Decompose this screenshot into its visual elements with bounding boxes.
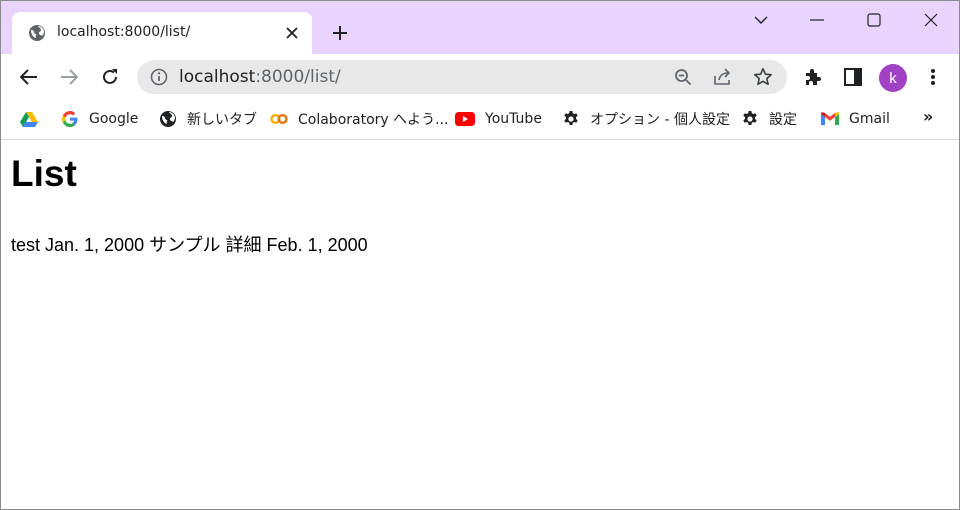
bookmark-label: Colaboratory へよう... (298, 112, 449, 128)
url-host: localhost (179, 67, 256, 87)
back-button[interactable] (16, 64, 42, 90)
list-item-text: test Jan. 1, 2000 サンプル 詳細 Feb. 1, 2000 (11, 235, 368, 255)
bookmark-label: YouTube (485, 111, 542, 127)
google-icon (61, 110, 79, 128)
minimize-button[interactable] (802, 7, 832, 33)
profile-avatar[interactable]: k (879, 64, 907, 92)
gear-icon (741, 110, 759, 128)
colab-icon (270, 110, 288, 128)
bookmark-options[interactable]: オプション - 個人設定 (562, 108, 730, 130)
info-icon[interactable] (150, 68, 168, 86)
share-icon[interactable] (712, 66, 734, 88)
bookmark-label: オプション - 個人設定 (590, 112, 730, 128)
zoom-icon[interactable] (672, 66, 694, 88)
page-title: List (11, 153, 77, 194)
menu-kebab-icon[interactable] (920, 64, 946, 90)
tab-search-chevron-down-icon[interactable] (746, 7, 776, 33)
gear-icon (562, 110, 580, 128)
bookmark-colaboratory[interactable]: Colaboratory へよう... (270, 108, 449, 130)
tab-active[interactable]: localhost:8000/list/ (12, 12, 312, 54)
url-path: :8000/list/ (255, 67, 341, 87)
browser-window: localhost:8000/list/ localhost:8000/list… (0, 0, 960, 510)
bookmark-label: Google (89, 111, 139, 127)
reload-button[interactable] (97, 64, 123, 90)
maximize-button[interactable] (859, 7, 889, 33)
new-tab-button[interactable] (328, 21, 352, 45)
forward-button[interactable] (56, 64, 82, 90)
bookmark-label: 新しいタブ (187, 112, 257, 128)
youtube-icon (455, 110, 475, 128)
bookmark-star-icon[interactable] (752, 66, 774, 88)
gmail-icon (821, 110, 839, 128)
page-content: List test Jan. 1, 2000 サンプル 詳細 Feb. 1, 2… (1, 141, 959, 509)
tab-strip: localhost:8000/list/ (1, 1, 959, 54)
side-panel-icon[interactable] (840, 64, 866, 90)
address-bar[interactable]: localhost:8000/list/ (137, 60, 787, 94)
close-icon[interactable] (282, 23, 302, 43)
globe-icon (159, 110, 177, 128)
bookmark-label: Gmail (849, 111, 890, 127)
extensions-puzzle-icon[interactable] (800, 64, 826, 90)
more-bookmarks-chevron-icon[interactable]: » (923, 107, 933, 126)
bookmark-gmail[interactable]: Gmail (821, 108, 890, 130)
close-window-button[interactable] (916, 7, 946, 33)
google-drive-icon (20, 110, 38, 128)
url-text[interactable]: localhost:8000/list/ (179, 67, 341, 87)
bookmark-youtube[interactable]: YouTube (455, 108, 542, 130)
bookmark-new-tab[interactable]: 新しいタブ (159, 108, 257, 130)
bookmark-settings[interactable]: 設定 (741, 108, 797, 130)
bookmarks-bar: Google 新しいタブ Colaboratory へよう... YouTube… (1, 100, 959, 140)
toolbar: localhost:8000/list/ k (1, 54, 959, 100)
bookmark-google[interactable]: Google (61, 108, 138, 130)
tab-title: localhost:8000/list/ (57, 24, 191, 40)
globe-icon (28, 24, 46, 42)
bookmark-label: 設定 (769, 112, 797, 128)
bookmark-google-drive[interactable] (20, 108, 48, 130)
